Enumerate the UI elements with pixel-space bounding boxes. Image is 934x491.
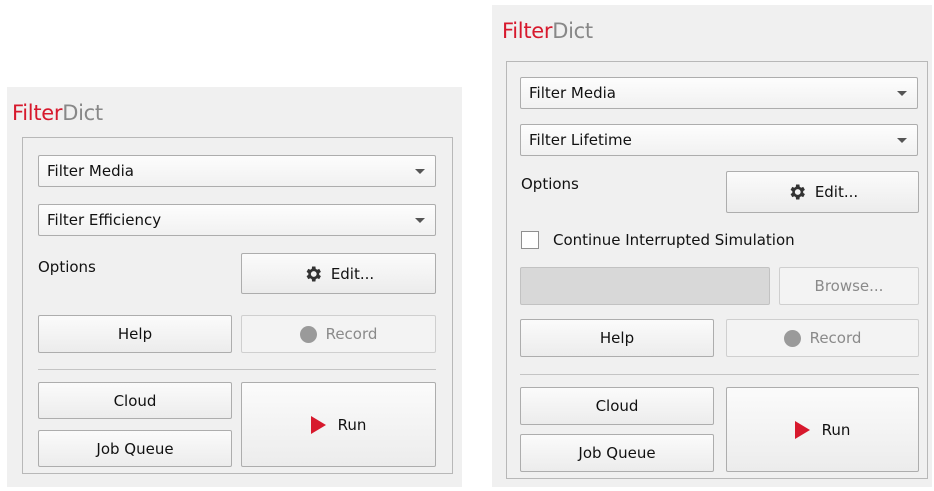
left-record-button[interactable]: Record — [241, 315, 436, 353]
job-queue-label: Job Queue — [96, 439, 174, 458]
left-run-button[interactable]: Run — [241, 382, 436, 467]
run-label: Run — [821, 420, 851, 439]
browse-button[interactable]: Browse... — [779, 267, 919, 305]
left-filter-efficiency-combo[interactable]: Filter Efficiency — [38, 204, 436, 236]
right-job-queue-button[interactable]: Job Queue — [520, 434, 714, 472]
title-filter-text: Filter — [502, 19, 553, 43]
title-dict-text: Dict — [552, 19, 593, 43]
record-label: Record — [325, 325, 378, 343]
record-label: Record — [809, 329, 862, 347]
left-options-label: Options — [38, 258, 96, 276]
combo-value: Filter Efficiency — [47, 211, 162, 229]
left-job-queue-button[interactable]: Job Queue — [38, 430, 232, 467]
continue-interrupted-label[interactable]: Continue Interrupted Simulation — [553, 231, 795, 249]
right-help-button[interactable]: Help — [520, 319, 714, 357]
gear-icon — [787, 182, 807, 202]
dropdown-arrow-icon — [415, 169, 425, 174]
record-dot-icon — [783, 329, 801, 347]
combo-value: Filter Media — [529, 84, 616, 102]
record-dot-icon — [299, 325, 317, 343]
left-app-title: FilterDict — [12, 101, 103, 125]
dropdown-arrow-icon — [897, 91, 907, 96]
job-queue-label: Job Queue — [578, 444, 656, 462]
title-dict-text: Dict — [62, 101, 103, 125]
left-separator — [38, 369, 436, 370]
right-record-button[interactable]: Record — [726, 319, 919, 357]
help-label: Help — [117, 325, 153, 343]
title-filter-text: Filter — [12, 101, 63, 125]
help-label: Help — [599, 329, 635, 347]
right-filter-lifetime-combo[interactable]: Filter Lifetime — [520, 124, 918, 156]
left-panel: FilterDict Filter Media Filter Efficienc… — [7, 87, 462, 487]
right-run-button[interactable]: Run — [726, 387, 919, 472]
browse-label: Browse... — [814, 277, 884, 295]
dropdown-arrow-icon — [897, 138, 907, 143]
right-separator — [520, 374, 919, 375]
right-app-title: FilterDict — [502, 19, 593, 43]
simulation-path-field[interactable] — [520, 267, 770, 305]
left-filter-media-combo[interactable]: Filter Media — [38, 155, 436, 187]
play-icon — [794, 420, 810, 439]
right-filter-media-combo[interactable]: Filter Media — [520, 77, 918, 109]
left-edit-button[interactable]: Edit... — [241, 253, 436, 294]
left-cloud-button[interactable]: Cloud — [38, 382, 232, 419]
gear-icon — [303, 264, 323, 284]
cloud-label: Cloud — [113, 391, 157, 410]
left-help-button[interactable]: Help — [38, 315, 232, 353]
right-cloud-button[interactable]: Cloud — [520, 387, 714, 425]
right-options-label: Options — [521, 175, 579, 193]
cloud-label: Cloud — [595, 397, 639, 415]
right-panel: FilterDict Filter Media Filter Lifetime … — [492, 5, 932, 487]
edit-label: Edit... — [814, 183, 859, 201]
combo-value: Filter Lifetime — [529, 131, 632, 149]
right-edit-button[interactable]: Edit... — [726, 171, 919, 213]
run-label: Run — [337, 415, 367, 434]
dropdown-arrow-icon — [415, 218, 425, 223]
edit-label: Edit... — [330, 264, 375, 283]
continue-interrupted-checkbox[interactable] — [521, 231, 539, 249]
combo-value: Filter Media — [47, 162, 134, 180]
play-icon — [310, 415, 326, 434]
